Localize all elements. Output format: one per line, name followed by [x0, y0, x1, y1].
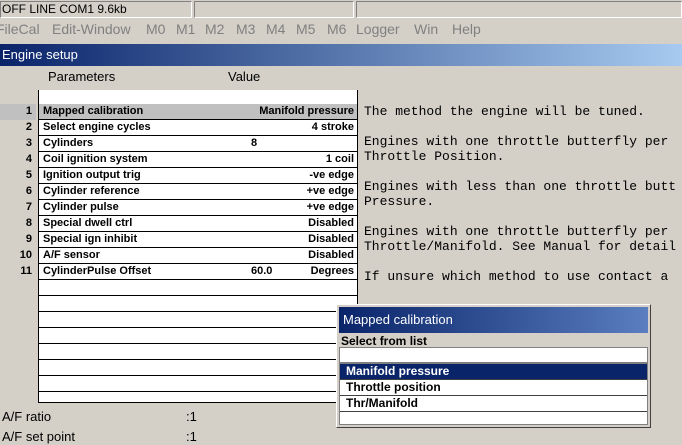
- help-line: Engines with one throttle butterfly per: [364, 224, 669, 239]
- help-line: The method the engine will be tuned.: [364, 104, 645, 119]
- empty-row: [39, 328, 357, 344]
- parameter-value: Disabled: [308, 233, 354, 245]
- parameter-row[interactable]: Cylinders 8: [39, 136, 357, 152]
- status-cell-empty: [194, 1, 354, 18]
- menu-logger[interactable]: Logger: [356, 20, 400, 38]
- mapped-calibration-dialog: Mapped calibration Select from list Mani…: [336, 304, 651, 428]
- value-header: Value: [228, 69, 261, 84]
- empty-row: [39, 376, 357, 392]
- parameter-row[interactable]: Cylinder reference +ve edge: [39, 184, 357, 200]
- empty-row: [39, 280, 357, 296]
- parameter-name: Cylinders: [43, 137, 94, 149]
- help-line: If unsure which method to use contact a: [364, 269, 669, 284]
- parameter-row[interactable]: CylinderPulse Offset 60.0 Degrees: [39, 264, 357, 280]
- empty-row: [39, 344, 357, 360]
- parameter-value: 1 coil: [325, 153, 354, 165]
- parameters-header: Parameters: [48, 69, 116, 84]
- parameter-value: +ve edge: [306, 185, 354, 197]
- menu-win[interactable]: Win: [414, 20, 438, 38]
- parameter-name: Mapped calibration: [43, 105, 144, 117]
- row-number: 9: [25, 233, 32, 245]
- parameter-name: Cylinder reference: [43, 185, 140, 197]
- parameter-row[interactable]: Mapped calibration Manifold pressure: [39, 104, 357, 120]
- parameter-row[interactable]: Cylinder pulse +ve edge: [39, 200, 357, 216]
- empty-row: [39, 312, 357, 328]
- parameter-name: Special ign inhibit: [43, 233, 138, 245]
- parameter-row[interactable]: Select engine cycles 4 stroke: [39, 120, 357, 136]
- parameter-value: Disabled: [308, 217, 354, 229]
- parameter-row[interactable]: Ignition output trig -ve edge: [39, 168, 357, 184]
- parameter-name: Coil ignition system: [43, 153, 148, 165]
- dialog-title: Mapped calibration: [339, 307, 648, 333]
- row-number: 5: [25, 169, 32, 181]
- parameter-value: Degrees: [310, 265, 354, 277]
- menu-edit-window[interactable]: Edit-Window: [52, 20, 131, 38]
- menu-filecal[interactable]: FileCal: [0, 20, 40, 38]
- readout-label: A/F ratio: [2, 409, 52, 424]
- row-number: 8: [25, 217, 32, 229]
- empty-row: [39, 296, 357, 312]
- empty-row: [39, 360, 357, 376]
- dialog-filter-field[interactable]: [339, 347, 648, 363]
- parameter-name: Special dwell ctrl: [43, 217, 133, 229]
- parameter-name: Select engine cycles: [43, 121, 151, 133]
- parameter-name: Ignition output trig: [43, 169, 141, 181]
- menu-m3[interactable]: M3: [236, 20, 255, 38]
- parameter-row[interactable]: Special ign inhibit Disabled: [39, 232, 357, 248]
- parameter-name: CylinderPulse Offset: [43, 265, 152, 277]
- parameter-row[interactable]: Special dwell ctrl Disabled: [39, 216, 357, 232]
- menu-bar: FileCal Edit-Window M0 M1 M2 M3 M4 M5 M6 Logger Wi…: [0, 19, 682, 39]
- readout-value: :1: [186, 429, 197, 444]
- status-cell-empty: [356, 1, 682, 18]
- connection-status: OFF LINE COM1 9.6kb: [0, 1, 192, 18]
- parameter-name: A/F sensor: [43, 249, 100, 261]
- dialog-option-list[interactable]: Manifold pressure Throttle position Thr/Ma…: [339, 363, 648, 425]
- help-line: Pressure.: [364, 194, 435, 209]
- menu-m2[interactable]: M2: [205, 20, 224, 38]
- parameter-value: Disabled: [308, 249, 354, 261]
- dialog-option[interactable]: Thr/Manifold: [340, 396, 647, 412]
- dialog-subtitle: Select from list: [341, 334, 428, 348]
- dialog-option[interactable]: Throttle position: [340, 380, 647, 396]
- status-bar: OFF LINE COM1 9.6kb: [0, 0, 682, 19]
- parameter-name: Cylinder pulse: [43, 201, 119, 213]
- parameter-grid: Mapped calibration Manifold pressure Selec…: [38, 90, 358, 403]
- row-number: 3: [25, 137, 32, 149]
- row-number: 4: [25, 153, 32, 165]
- row-number: 11: [20, 265, 32, 277]
- row-number: 1: [0, 104, 36, 120]
- parameter-mid-value: 60.0: [251, 265, 273, 277]
- help-line: Engines with less than one throttle butt: [364, 179, 677, 194]
- parameter-value: +ve edge: [306, 201, 354, 213]
- help-line: Throttle Position.: [364, 149, 505, 164]
- menu-m1[interactable]: M1: [176, 20, 195, 38]
- parameter-value: Manifold pressure: [259, 105, 354, 117]
- row-number: 2: [25, 121, 32, 133]
- help-line: Throttle/Manifold. See Manual for detail: [364, 239, 677, 254]
- window-title-bar: Engine setup: [0, 44, 682, 66]
- menu-m4[interactable]: M4: [266, 20, 285, 38]
- row-number: 6: [25, 185, 32, 197]
- readout-value: :1: [186, 409, 197, 424]
- readout-label: A/F set point: [2, 429, 75, 444]
- menu-m6[interactable]: M6: [327, 20, 346, 38]
- parameter-row[interactable]: A/F sensor Disabled: [39, 248, 357, 264]
- menu-m5[interactable]: M5: [296, 20, 315, 38]
- window-title: Engine setup: [2, 47, 78, 62]
- menu-m0[interactable]: M0: [146, 20, 165, 38]
- parameter-row[interactable]: Coil ignition system 1 coil: [39, 152, 357, 168]
- help-line: Engines with one throttle butterfly per: [364, 134, 669, 149]
- parameter-mid-value: 8: [251, 137, 258, 149]
- row-number: 10: [19, 249, 32, 261]
- parameter-value: 4 stroke: [311, 121, 354, 133]
- row-number: 7: [25, 201, 32, 213]
- parameter-value: -ve edge: [309, 169, 354, 181]
- dialog-option[interactable]: Manifold pressure: [340, 364, 647, 380]
- menu-help[interactable]: Help: [452, 20, 481, 38]
